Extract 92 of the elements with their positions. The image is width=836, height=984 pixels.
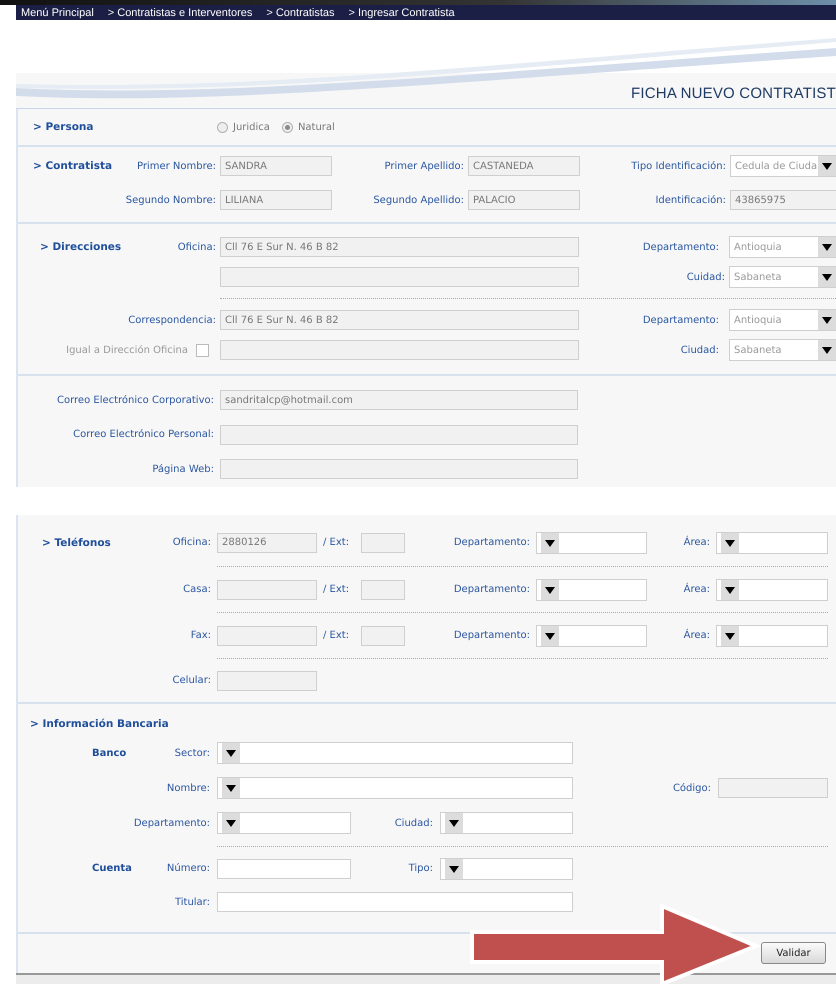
input-field[interactable] (361, 580, 405, 600)
field-label: Fax: (190, 630, 212, 641)
dropdown[interactable] (716, 624, 828, 646)
field-label: Departamento: (642, 314, 720, 326)
field-label: Ciudad: (394, 818, 434, 828)
field-label: Área: (684, 630, 711, 641)
field-label: Primer Apellido: (384, 160, 465, 172)
input-field[interactable]: sandritalcp@hotmail.com (220, 390, 578, 410)
field-label: Departamento: (454, 584, 531, 595)
field-label: / Ext: (322, 537, 350, 548)
dropdown[interactable] (440, 812, 573, 834)
input-field[interactable]: PALACIO (468, 190, 580, 210)
dropdown[interactable]: Sabaneta (729, 266, 836, 288)
section-heading: > Direcciones (39, 241, 120, 253)
group-heading: Banco (91, 748, 128, 758)
field-label: Número: (166, 863, 211, 874)
validate-button[interactable]: Validar (761, 942, 826, 964)
field-label: Departamento: (454, 630, 531, 641)
dropdown[interactable] (536, 624, 647, 646)
input-field[interactable] (217, 580, 317, 600)
checkbox[interactable] (196, 344, 209, 356)
radio-label: Juridica (233, 122, 270, 132)
input-field[interactable] (217, 626, 317, 646)
input-field[interactable]: SANDRA (220, 156, 332, 176)
section-heading: > Información Bancaria (29, 716, 170, 732)
field-label: Tipo Identificación: (631, 160, 727, 172)
breadcrumb-link[interactable]: > Ingresar Contratista (348, 6, 455, 18)
input-field[interactable] (220, 459, 578, 480)
field-label: / Ext: (322, 630, 350, 641)
field-label: Departamento: (134, 818, 211, 828)
field-label: Código: (672, 782, 712, 794)
input-field[interactable] (220, 340, 579, 360)
section-heading: > Teléfonos (41, 536, 112, 548)
input-field[interactable]: Cll 76 E Sur N. 46 B 82 (220, 237, 579, 257)
input-field[interactable]: 43865975 (730, 190, 836, 210)
field-label: Correspondencia: (128, 314, 217, 326)
dropdown[interactable]: Antioquia (729, 236, 836, 258)
input-field[interactable] (361, 626, 405, 646)
field-label: Cuidad: (686, 272, 726, 282)
input-field[interactable] (220, 267, 579, 287)
dropdown[interactable] (716, 578, 828, 600)
input-field[interactable]: LILIANA (220, 190, 332, 210)
field-label: Tipo: (408, 863, 434, 874)
section-heading: > Contratista (32, 160, 114, 172)
field-label: Segundo Nombre: (126, 194, 217, 206)
field-label: Correo Electrónico Personal: (73, 429, 215, 440)
field-label: / Ext: (322, 584, 350, 595)
breadcrumb-link[interactable]: > Contratistas (266, 6, 335, 18)
field-label: Casa: (183, 584, 212, 595)
dropdown[interactable] (716, 532, 828, 554)
input-field[interactable] (361, 532, 405, 552)
dropdown[interactable]: Sabaneta (729, 339, 836, 361)
breadcrumb-link[interactable]: Menú Principal (21, 6, 94, 18)
dropdown[interactable] (536, 578, 647, 600)
field-label: Oficina: (172, 537, 212, 548)
field-label: Correo Electrónico Corporativo: (57, 394, 215, 406)
radio-label: Natural (298, 122, 335, 132)
dropdown[interactable] (217, 777, 573, 799)
field-label: Ciudad: (680, 344, 720, 356)
input-field[interactable] (217, 858, 351, 878)
input-field[interactable] (217, 892, 573, 912)
field-label: Titular: (174, 896, 211, 908)
input-field[interactable]: 2880126 (217, 532, 317, 552)
field-label: Área: (684, 537, 711, 548)
field-label: Departamento: (454, 537, 531, 548)
page-title: FICHA NUEVO CONTRATIST (631, 85, 836, 104)
radio-button[interactable] (282, 122, 293, 132)
dropdown[interactable] (217, 742, 573, 764)
field-label: Página Web: (152, 464, 215, 475)
radio-button[interactable] (217, 122, 228, 132)
field-label: Celular: (172, 675, 212, 686)
dropdown[interactable]: Antioquia (729, 309, 836, 331)
input-field[interactable] (718, 778, 828, 798)
field-label: Departamento: (642, 242, 720, 252)
input-field[interactable]: Cll 76 E Sur N. 46 B 82 (220, 310, 579, 330)
dropdown[interactable] (440, 858, 573, 880)
checkbox-label: Igual a Dirección Oficina (66, 344, 188, 356)
dropdown[interactable]: Cedula de Ciuda (730, 155, 836, 177)
field-label: Identificación: (655, 194, 727, 206)
dropdown[interactable] (536, 532, 647, 554)
field-label: Nombre: (166, 782, 211, 794)
input-field[interactable] (220, 424, 578, 445)
field-label: Área: (684, 584, 711, 595)
dropdown[interactable] (217, 812, 351, 834)
field-label: Sector: (174, 748, 211, 758)
breadcrumb-link[interactable]: > Contratistas e Interventores (108, 6, 252, 18)
section-heading: > Persona (33, 121, 94, 133)
input-field[interactable]: CASTAÑEDA (468, 156, 580, 176)
input-field[interactable] (217, 670, 317, 690)
field-label: Oficina: (178, 242, 217, 252)
field-label: Primer Nombre: (136, 160, 217, 172)
field-label: Segundo Apellido: (373, 194, 465, 206)
